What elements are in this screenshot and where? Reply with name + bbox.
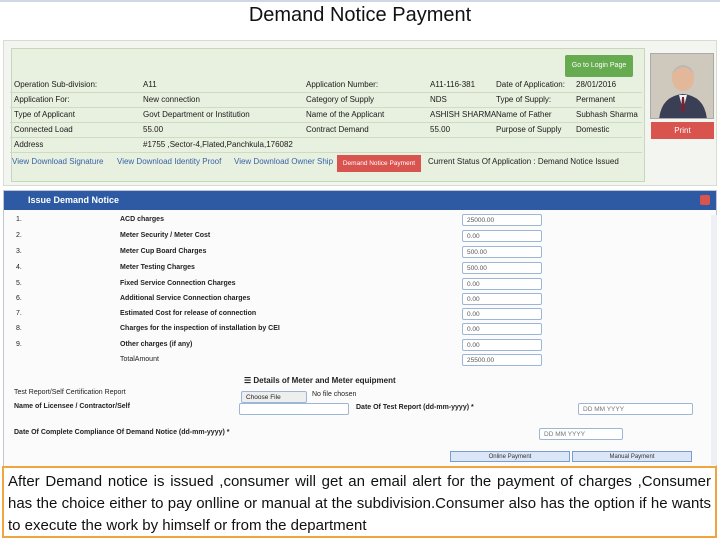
choose-file-button[interactable]: Choose File bbox=[241, 391, 307, 403]
estimated-cost-input[interactable]: 0.00 bbox=[462, 308, 542, 320]
explanation-caption: After Demand notice is issued ,consumer … bbox=[2, 466, 717, 538]
value-date-of-application: 28/01/2016 bbox=[576, 80, 617, 89]
label-contract-demand: Contract Demand bbox=[306, 125, 369, 134]
charge-label: Additional Service Connection charges bbox=[120, 295, 251, 302]
value-operation-subdivision: A11 bbox=[143, 80, 157, 89]
label-name-of-applicant: Name of the Applicant bbox=[306, 110, 385, 119]
no-file-chosen-text: No file chosen bbox=[312, 391, 357, 398]
value-name-of-applicant: ASHISH SHARMA bbox=[430, 110, 497, 119]
dialog-title: Issue Demand Notice bbox=[28, 195, 120, 205]
row-number: 5. bbox=[16, 280, 22, 287]
value-type-of-applicant: Govt Department or Institution bbox=[143, 110, 250, 119]
print-button[interactable]: Print bbox=[651, 122, 714, 139]
charge-row: 7. Estimated Cost for release of connect… bbox=[12, 307, 700, 322]
issue-demand-notice-dialog: Issue Demand Notice 1. ACD charges 25000… bbox=[3, 190, 717, 472]
value-type-of-supply: Permanent bbox=[576, 95, 616, 104]
total-amount-label: TotalAmount bbox=[120, 356, 159, 363]
row-number: 2. bbox=[16, 232, 22, 239]
charge-label: Meter Testing Charges bbox=[120, 264, 195, 271]
go-to-login-button[interactable]: Go to Login Page bbox=[565, 55, 633, 77]
view-download-ownership-link[interactable]: View Download Owner Ship bbox=[234, 157, 333, 166]
charge-label: Meter Cup Board Charges bbox=[120, 248, 207, 255]
label-name-of-father: Name of Father bbox=[496, 110, 552, 119]
label-date-of-application: Date of Application: bbox=[496, 80, 565, 89]
charge-row: 5. Fixed Service Connection Charges 0.00 bbox=[12, 277, 700, 292]
charge-label: Meter Security / Meter Cost bbox=[120, 232, 211, 239]
charge-row: 8. Charges for the inspection of install… bbox=[12, 322, 700, 337]
charge-label: ACD charges bbox=[120, 216, 164, 223]
test-report-date-input[interactable]: DD MM YYYY bbox=[578, 403, 693, 415]
meter-details-title: Details of Meter and Meter equipment bbox=[253, 376, 396, 385]
fixed-service-input[interactable]: 0.00 bbox=[462, 278, 542, 290]
total-row: TotalAmount 25500.00 bbox=[12, 353, 700, 368]
test-report-date-label: Date Of Test Report (dd-mm-yyyy) * bbox=[356, 404, 474, 411]
label-purpose-of-supply: Purpose of Supply bbox=[496, 125, 562, 134]
test-report-label: Test Report/Self Certification Report bbox=[14, 389, 126, 396]
online-payment-button[interactable]: Online Payment bbox=[450, 451, 570, 462]
row-number: 8. bbox=[16, 325, 22, 332]
charge-label: Other charges (if any) bbox=[120, 341, 193, 348]
acd-charges-input[interactable]: 25000.00 bbox=[462, 214, 542, 226]
value-category-of-supply: NDS bbox=[430, 95, 447, 104]
additional-service-input[interactable]: 0.00 bbox=[462, 293, 542, 305]
licensee-input[interactable] bbox=[239, 403, 349, 415]
charge-row: 9. Other charges (if any) 0.00 bbox=[12, 338, 700, 353]
charge-row: 2. Meter Security / Meter Cost 0.00 bbox=[12, 229, 700, 244]
licensee-label: Name of Licensee / Contractor/Self bbox=[14, 403, 130, 410]
value-address: #1755 ,Sector-4,Flated,Panchkula,176082 bbox=[143, 140, 293, 149]
label-application-number: Application Number: bbox=[306, 80, 379, 89]
label-application-for: Application For: bbox=[14, 95, 70, 104]
charge-label: Fixed Service Connection Charges bbox=[120, 280, 236, 287]
view-download-signature-link[interactable]: View Download Signature bbox=[12, 157, 103, 166]
value-application-number: A11-116-381 bbox=[430, 80, 476, 89]
charge-row: 3. Meter Cup Board Charges 500.00 bbox=[12, 245, 700, 260]
dialog-scrollbar[interactable] bbox=[711, 215, 717, 465]
row-divider bbox=[10, 137, 642, 138]
demand-notice-payment-button[interactable]: Demand Notice Payment bbox=[337, 155, 421, 172]
label-connected-load: Connected Load bbox=[14, 125, 73, 134]
value-contract-demand: 55.00 bbox=[430, 125, 451, 134]
meter-testing-input[interactable]: 500.00 bbox=[462, 262, 542, 274]
label-type-of-applicant: Type of Applicant bbox=[14, 110, 75, 119]
value-purpose-of-supply: Domestic bbox=[576, 125, 610, 134]
row-number: 6. bbox=[16, 295, 22, 302]
close-icon[interactable] bbox=[700, 195, 710, 205]
page-title: Demand Notice Payment bbox=[248, 4, 472, 26]
meter-security-input[interactable]: 0.00 bbox=[462, 230, 542, 242]
list-icon: ☰ bbox=[244, 376, 254, 385]
meter-details-heading: ☰ Details of Meter and Meter equipment bbox=[244, 376, 396, 385]
dialog-header: Issue Demand Notice bbox=[4, 191, 716, 210]
value-application-for: New connection bbox=[143, 95, 200, 104]
total-amount-input[interactable]: 25500.00 bbox=[462, 354, 542, 366]
other-charges-input[interactable]: 0.00 bbox=[462, 339, 542, 351]
charge-label: Charges for the inspection of installati… bbox=[120, 325, 280, 332]
row-number: 1. bbox=[16, 216, 22, 223]
application-status: Current Status Of Application : Demand N… bbox=[428, 157, 619, 166]
charge-row: 6. Additional Service Connection charges… bbox=[12, 292, 700, 307]
label-type-of-supply: Type of Supply: bbox=[496, 95, 552, 104]
label-operation-subdivision: Operation Sub-division: bbox=[14, 80, 98, 89]
label-category-of-supply: Category of Supply bbox=[306, 95, 375, 104]
slide: Demand Notice Payment Go to Login Page O… bbox=[0, 0, 720, 540]
charge-row: 4. Meter Testing Charges 500.00 bbox=[12, 261, 700, 276]
view-download-identity-proof-link[interactable]: View Download Identity Proof bbox=[117, 157, 221, 166]
row-number: 3. bbox=[16, 248, 22, 255]
label-address: Address bbox=[14, 140, 44, 149]
cei-inspection-input[interactable]: 0.00 bbox=[462, 323, 542, 335]
row-divider bbox=[10, 152, 642, 153]
charge-row: 1. ACD charges 25000.00 bbox=[12, 213, 700, 228]
meter-cupboard-input[interactable]: 500.00 bbox=[462, 246, 542, 258]
value-connected-load: 55.00 bbox=[143, 125, 164, 134]
applicant-photo bbox=[650, 53, 714, 119]
compliance-date-input[interactable]: DD MM YYYY bbox=[539, 428, 623, 440]
row-number: 7. bbox=[16, 310, 22, 317]
manual-payment-button[interactable]: Manual Payment bbox=[572, 451, 692, 462]
person-photo-icon bbox=[651, 54, 713, 118]
charge-label: Estimated Cost for release of connection bbox=[120, 310, 257, 317]
value-name-of-father: Subhash Sharma bbox=[576, 110, 638, 119]
row-number: 4. bbox=[16, 264, 22, 271]
compliance-date-label: Date Of Complete Compliance Of Demand No… bbox=[14, 429, 230, 436]
row-number: 9. bbox=[16, 341, 22, 348]
